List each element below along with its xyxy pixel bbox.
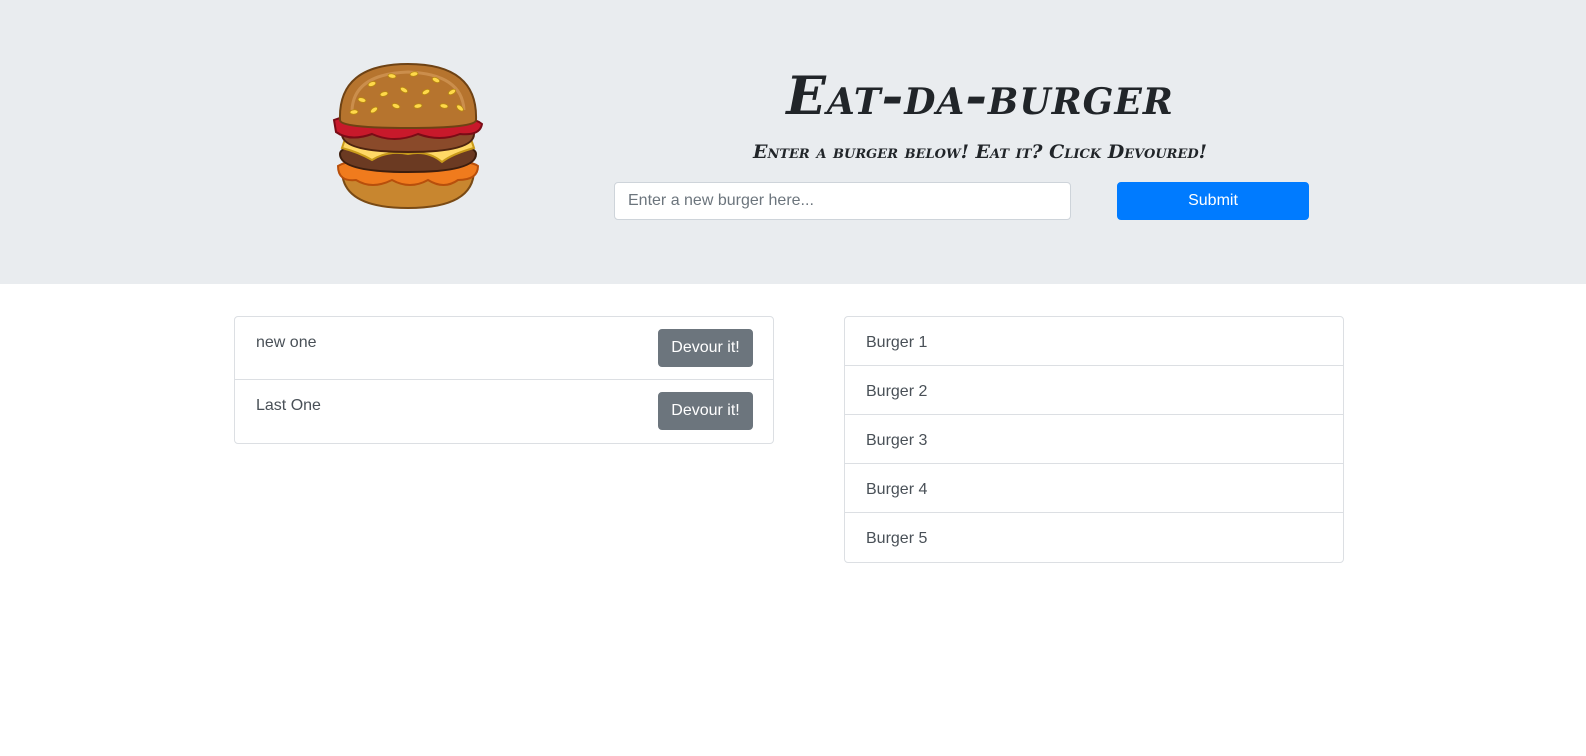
page-title: Eat-da-burger xyxy=(786,66,1174,127)
devour-button[interactable]: Devour it! xyxy=(658,392,753,430)
list-item: Burger 1 xyxy=(845,317,1343,366)
list-item: new one Devour it! xyxy=(235,317,773,380)
burger-name: Last One xyxy=(256,397,321,414)
devoured-burger-list: Burger 1 Burger 2 Burger 3 Burger 4 Burg… xyxy=(844,316,1344,563)
list-item: Last One Devour it! xyxy=(235,380,773,443)
burger-name: new one xyxy=(256,334,317,351)
burger-name: Burger 2 xyxy=(866,383,928,400)
devour-button[interactable]: Devour it! xyxy=(658,329,753,367)
burger-name: Burger 5 xyxy=(866,530,928,547)
burger-name: Burger 3 xyxy=(866,432,928,449)
burger-name-input[interactable] xyxy=(614,182,1071,220)
list-item: Burger 5 xyxy=(845,513,1343,562)
jumbotron-header: Eat-da-burger Enter a burger below! Eat … xyxy=(0,0,1586,284)
list-item: Burger 4 xyxy=(845,464,1343,513)
burger-name: Burger 4 xyxy=(866,481,928,498)
burger-name: Burger 1 xyxy=(866,334,928,351)
submit-button[interactable]: Submit xyxy=(1117,182,1309,220)
page-subtitle: Enter a burger below! Eat it? Click Devo… xyxy=(752,141,1208,163)
list-item: Burger 3 xyxy=(845,415,1343,464)
undevoured-burger-list: new one Devour it! Last One Devour it! xyxy=(234,316,774,444)
burger-icon xyxy=(332,62,484,210)
list-item: Burger 2 xyxy=(845,366,1343,415)
